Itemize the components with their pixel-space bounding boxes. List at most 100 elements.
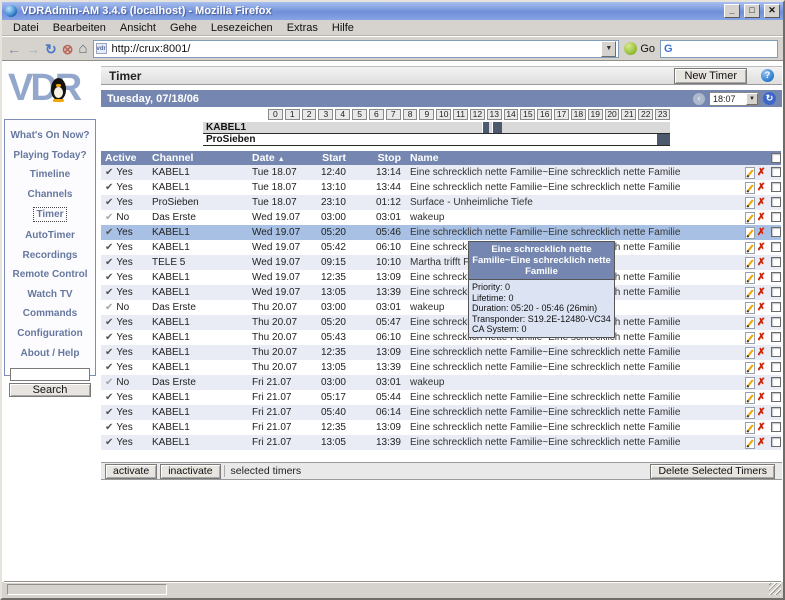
col-start[interactable]: Start [306,151,351,165]
sidebar-item-commands[interactable]: Commands [21,307,79,320]
delete-selected-button[interactable]: Delete Selected Timers [650,464,775,479]
row-checkbox[interactable] [771,167,781,177]
timer-row[interactable]: ✔YesKABEL1Thu 20.0712:3513:09Eine schrec… [101,345,781,360]
timeline-hour-15[interactable]: 15 [520,109,535,120]
activate-button[interactable]: activate [105,464,157,479]
timer-row[interactable]: ✔NoDas ErsteFri 21.0703:0003:01wakeup✗ [101,375,781,390]
toggle-active-icon[interactable]: ✔ [105,377,113,388]
toggle-active-icon[interactable]: ✔ [105,302,113,313]
timeline-hour-13[interactable]: 13 [487,109,502,120]
url-input[interactable] [110,42,599,56]
timer-row[interactable]: ✔YesTELE 5Wed 19.0709:1510:10Martha trif… [101,255,781,270]
sidebar-search-button[interactable]: Search [9,383,91,397]
sidebar-item-timeline[interactable]: Timeline [28,168,72,181]
stop-icon[interactable]: ⊗ [62,42,74,56]
edit-timer-icon[interactable] [745,167,755,179]
row-checkbox[interactable] [771,317,781,327]
delete-timer-icon[interactable]: ✗ [757,302,765,313]
sidebar-item-autotimer[interactable]: AutoTimer [23,229,77,242]
sidebar-item-about-help[interactable]: About / Help [19,347,82,360]
row-checkbox[interactable] [771,377,781,387]
timer-row[interactable]: ✔NoDas ErsteThu 20.0703:0003:01wakeup✗ [101,300,781,315]
back-icon[interactable]: ← [7,42,21,56]
timeline-hour-6[interactable]: 6 [369,109,384,120]
delete-timer-icon[interactable]: ✗ [757,422,765,433]
timeline-hour-14[interactable]: 14 [504,109,519,120]
timer-row[interactable]: ✔YesKABEL1Tue 18.0713:1013:44Eine schrec… [101,180,781,195]
timeline-hour-12[interactable]: 12 [470,109,485,120]
edit-timer-icon[interactable] [745,257,755,269]
refresh-timeline-icon[interactable]: ↻ [763,92,776,105]
timer-row[interactable]: ✔YesKABEL1Thu 20.0705:2005:47Eine schrec… [101,315,781,330]
menu-item-datei[interactable]: Datei [6,21,46,35]
sidebar-item-channels[interactable]: Channels [25,188,74,201]
timer-row[interactable]: ✔YesKABEL1Fri 21.0712:3513:09Eine schrec… [101,420,781,435]
row-checkbox[interactable] [771,242,781,252]
toggle-active-icon[interactable]: ✔ [105,437,113,448]
timeline-hour-18[interactable]: 18 [571,109,586,120]
row-checkbox[interactable] [771,407,781,417]
timeline-hour-16[interactable]: 16 [537,109,552,120]
edit-timer-icon[interactable] [745,197,755,209]
toggle-active-icon[interactable]: ✔ [105,347,113,358]
edit-timer-icon[interactable] [745,302,755,314]
sidebar-item-what-s-on-now[interactable]: What's On Now? [8,129,91,142]
delete-timer-icon[interactable]: ✗ [757,317,765,328]
edit-timer-icon[interactable] [745,242,755,254]
edit-timer-icon[interactable] [745,377,755,389]
edit-timer-icon[interactable] [745,392,755,404]
toggle-active-icon[interactable]: ✔ [105,362,113,373]
timeline-hour-22[interactable]: 22 [638,109,653,120]
timer-row[interactable]: ✔YesKABEL1Fri 21.0705:4006:14Eine schrec… [101,405,781,420]
sidebar-item-remote-control[interactable]: Remote Control [11,268,90,281]
edit-timer-icon[interactable] [745,227,755,239]
edit-timer-icon[interactable] [745,347,755,359]
delete-timer-icon[interactable]: ✗ [757,407,765,418]
timer-row[interactable]: ✔YesKABEL1Fri 21.0705:1705:44Eine schrec… [101,390,781,405]
resize-grip-icon[interactable] [769,583,781,595]
menu-item-bearbeiten[interactable]: Bearbeiten [46,21,113,35]
edit-timer-icon[interactable] [745,182,755,194]
web-search-input[interactable] [676,42,774,56]
timeline-hour-17[interactable]: 17 [554,109,569,120]
edit-timer-icon[interactable] [745,332,755,344]
edit-timer-icon[interactable] [745,362,755,374]
forward-icon[interactable]: → [26,42,40,56]
delete-timer-icon[interactable]: ✗ [757,332,765,343]
timer-row[interactable]: ✔YesKABEL1Thu 20.0713:0513:39Eine schrec… [101,360,781,375]
close-button[interactable]: ✕ [764,4,780,18]
row-checkbox[interactable] [771,332,781,342]
delete-timer-icon[interactable]: ✗ [757,347,765,358]
sidebar-item-configuration[interactable]: Configuration [15,327,85,340]
timeline-hour-21[interactable]: 21 [621,109,636,120]
toggle-active-icon[interactable]: ✔ [105,407,113,418]
row-checkbox[interactable] [771,437,781,447]
delete-timer-icon[interactable]: ✗ [757,362,765,373]
toggle-active-icon[interactable]: ✔ [105,182,113,193]
toggle-active-icon[interactable]: ✔ [105,167,113,178]
go-button[interactable]: Go [624,42,655,55]
timer-row[interactable]: ✔YesProSiebenTue 18.0723:1001:12Surface … [101,195,781,210]
row-checkbox[interactable] [771,362,781,372]
delete-timer-icon[interactable]: ✗ [757,167,765,178]
menu-item-ansicht[interactable]: Ansicht [113,21,163,35]
timer-row[interactable]: ✔YesKABEL1Tue 18.0712:4013:14Eine schrec… [101,165,781,180]
toggle-active-icon[interactable]: ✔ [105,287,113,298]
edit-timer-icon[interactable] [745,437,755,449]
row-checkbox[interactable] [771,287,781,297]
sidebar-item-timer[interactable]: Timer [33,207,66,222]
timeline-hour-7[interactable]: 7 [386,109,401,120]
toggle-active-icon[interactable]: ✔ [105,422,113,433]
delete-timer-icon[interactable]: ✗ [757,182,765,193]
toggle-active-icon[interactable]: ✔ [105,317,113,328]
timeline-hour-9[interactable]: 9 [419,109,434,120]
menu-item-lesezeichen[interactable]: Lesezeichen [204,21,280,35]
timeline-hour-20[interactable]: 20 [605,109,620,120]
toggle-active-icon[interactable]: ✔ [105,332,113,343]
toggle-active-icon[interactable]: ✔ [105,197,113,208]
new-timer-button[interactable]: New Timer [674,68,747,84]
row-checkbox[interactable] [771,182,781,192]
timer-row[interactable]: ✔YesKABEL1Fri 21.0713:0513:39Eine schrec… [101,435,781,450]
col-active[interactable]: Active [101,151,148,165]
timeline-hour-1[interactable]: 1 [285,109,300,120]
